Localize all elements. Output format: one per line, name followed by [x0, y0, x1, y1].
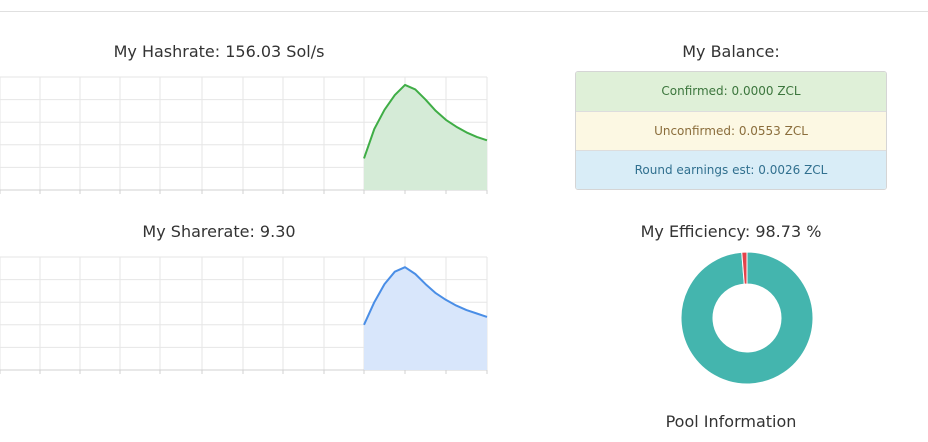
series-area-fill — [364, 267, 487, 370]
hashrate-chart — [0, 76, 488, 194]
balance-unconfirmed: Unconfirmed: 0.0553 ZCL — [576, 111, 886, 150]
x-axis — [0, 189, 488, 194]
top-navbar — [0, 0, 928, 12]
x-axis — [0, 369, 488, 374]
sharerate-chart — [0, 256, 488, 374]
sharerate-title: My Sharerate: 9.30 — [142, 222, 296, 241]
pool-information-title: Pool Information — [665, 412, 797, 431]
hashrate-title: My Hashrate: 156.03 Sol/s — [113, 42, 325, 61]
efficiency-title: My Efficiency: 98.73 % — [640, 222, 822, 241]
balance-panel: Confirmed: 0.0000 ZCL Unconfirmed: 0.055… — [575, 71, 887, 190]
balance-confirmed: Confirmed: 0.0000 ZCL — [576, 72, 886, 111]
efficiency-donut-chart — [680, 251, 814, 385]
balance-round-earnings: Round earnings est: 0.0026 ZCL — [576, 150, 886, 189]
balance-title: My Balance: — [682, 42, 780, 61]
